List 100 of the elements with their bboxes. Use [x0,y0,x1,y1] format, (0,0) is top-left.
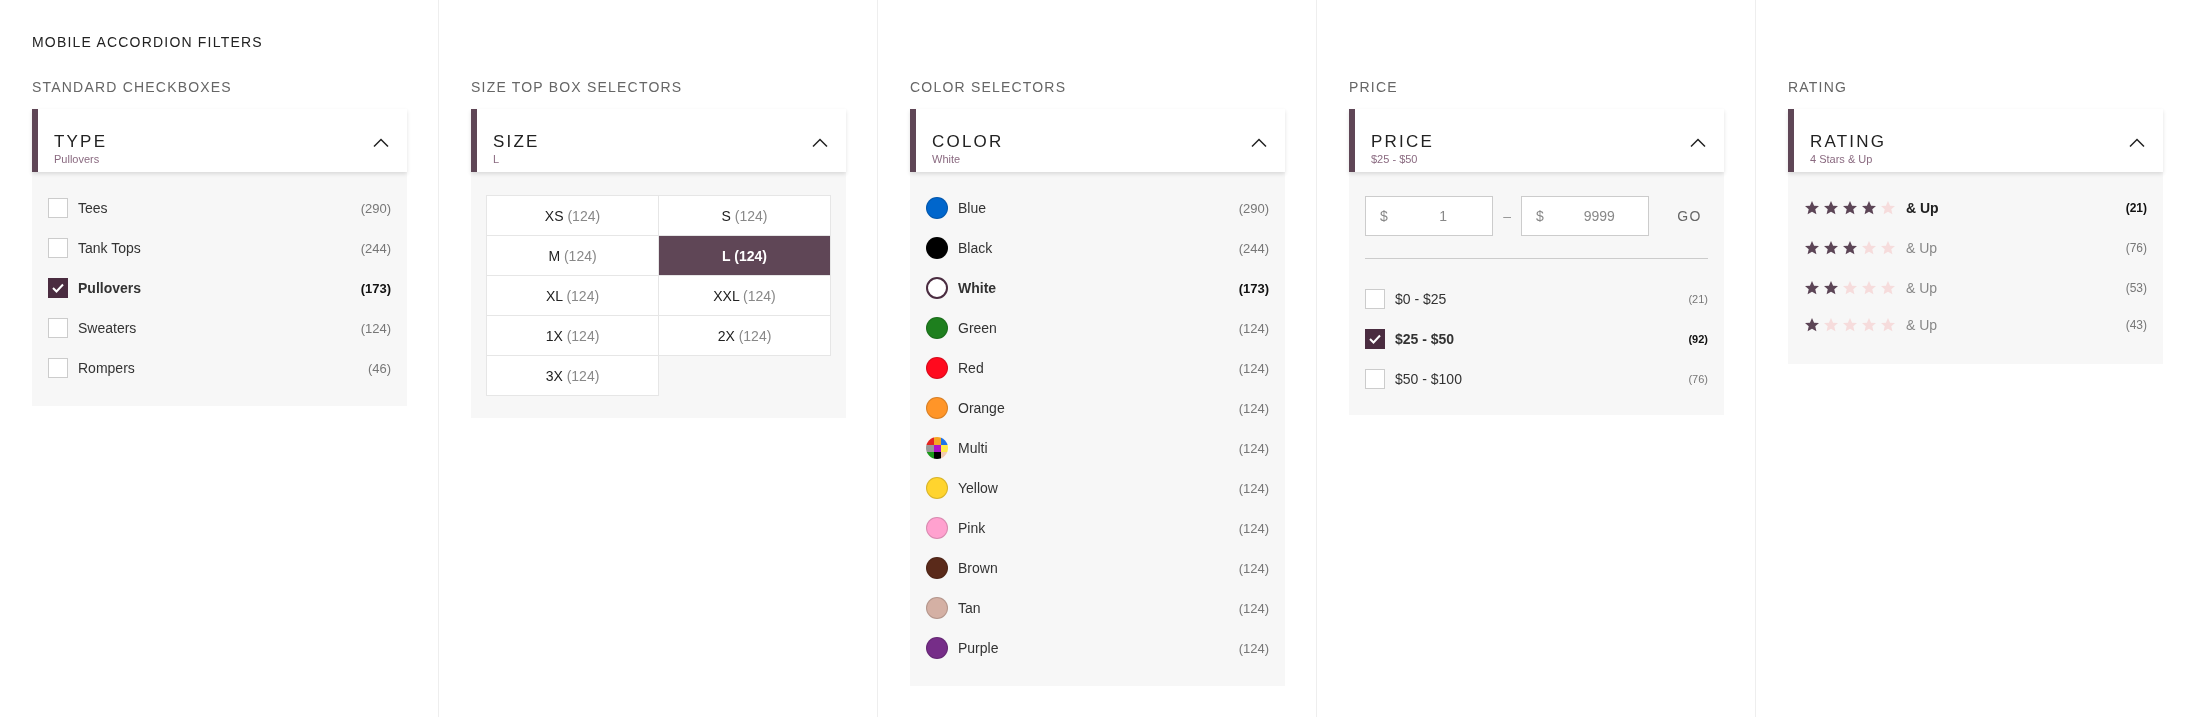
page-title: MOBILE ACCORDION FILTERS [32,34,263,50]
currency-prefix: $ [1536,208,1544,224]
option-count: (244) [360,240,391,256]
accordion-header[interactable]: TYPE Pullovers [32,109,407,172]
go-button[interactable]: GO [1671,207,1708,225]
option-label: Yellow [958,480,998,496]
min-price-field[interactable]: $ 1 [1365,196,1494,236]
option-count: (53) [2125,281,2147,295]
option-count: (43) [2125,318,2147,332]
option-count: (124) [1238,640,1269,656]
accordion-header[interactable]: PRICE $25 - $50 [1349,109,1724,172]
max-price-input[interactable]: 9999 [1564,207,1635,225]
star-icon [1842,240,1858,256]
section-label: RATING [1788,79,1848,95]
option-label: Tank Tops [78,240,141,256]
currency-prefix: $ [1380,208,1388,224]
size-option[interactable]: L (124) [658,235,831,276]
size-option[interactable]: XXL (124) [658,275,831,316]
size-option[interactable]: M (124) [486,235,659,276]
filter-summary: $25 - $50 [1371,152,1419,166]
filter-summary: White [932,152,962,166]
option-count: (244) [1238,240,1269,256]
option-count: (92) [1688,333,1708,345]
option-label: Pink [958,520,986,536]
star-icon [1823,280,1839,296]
chevron-icon[interactable] [1690,138,1706,148]
size-option[interactable]: 1X (124) [486,315,659,356]
option-label: Rompers [78,360,135,376]
option-count: (46) [367,360,391,376]
option-count: (173) [1238,280,1269,296]
rating-label[interactable]: & Up [1906,200,1939,216]
option-label: Sweaters [78,320,137,336]
filter-summary: 4 Stars & Up [1810,152,1874,166]
section-label: PRICE [1349,79,1398,95]
section-label: COLOR SELECTORS [910,79,1067,95]
checkbox[interactable] [48,278,68,298]
option-label: White [958,280,997,296]
option-count: (76) [2125,241,2147,255]
accordion-header[interactable]: COLOR White [910,109,1285,172]
star-icon [1804,280,1820,296]
option-count: (124) [1238,560,1269,576]
option-count: (124) [1238,360,1269,376]
star-icon [1880,240,1896,256]
option-label: Tees [78,200,108,216]
section-label: STANDARD CHECKBOXES [32,79,232,95]
option-count: (124) [1238,520,1269,536]
star-icon [1861,280,1877,296]
max-price-field[interactable]: $ 9999 [1521,196,1650,236]
min-price-input[interactable]: 1 [1408,207,1479,225]
star-icon [1880,280,1896,296]
option-label: $25 - $50 [1395,331,1455,347]
option-label: Multi [958,440,988,456]
chevron-icon[interactable] [812,138,828,148]
star-icon [1842,280,1858,296]
option-label: Purple [958,640,999,656]
option-label: Orange [958,400,1005,416]
option-label: Pullovers [78,280,142,296]
option-count: (76) [1688,373,1708,385]
size-option[interactable]: 2X (124) [658,315,831,356]
star-icon [1804,240,1820,256]
checkbox[interactable] [1365,329,1385,349]
star-icon [1804,317,1820,333]
option-count: (124) [1238,600,1269,616]
option-label: Red [958,360,984,376]
checkmark-icon [52,283,64,293]
size-option[interactable]: XL (124) [486,275,659,316]
star-icon [1880,317,1896,333]
option-label: $0 - $25 [1395,291,1447,307]
size-option[interactable]: S (124) [658,195,831,236]
filter-title: COLOR [932,132,1004,152]
option-label: Tan [958,600,981,616]
chevron-icon[interactable] [1251,138,1267,148]
star-icon [1842,317,1858,333]
filter-title: RATING [1810,132,1887,152]
option-label: Green [958,320,997,336]
star-icon [1861,317,1877,333]
size-option[interactable]: 3X (124) [486,355,659,396]
multicolor-swatch-icon [926,437,948,459]
option-count: (124) [1238,320,1269,336]
option-count: (290) [360,200,391,216]
filter-title: PRICE [1371,132,1434,152]
option-count: (21) [2125,201,2147,215]
color-swatch[interactable] [926,277,948,299]
filter-summary: Pullovers [54,152,101,166]
range-separator: – [1503,208,1511,224]
option-count: (21) [1688,293,1708,305]
option-count: (124) [1238,480,1269,496]
option-label: Brown [958,560,998,576]
chevron-icon[interactable] [2129,138,2145,148]
star-icon [1842,200,1858,216]
star-icon [1861,200,1877,216]
accordion-header[interactable]: SIZE L [471,109,846,172]
star-icon [1823,240,1839,256]
section-label: SIZE TOP BOX SELECTORS [471,79,683,95]
size-option[interactable]: XS (124) [486,195,659,236]
filter-summary: L [493,152,501,166]
chevron-icon[interactable] [373,138,389,148]
accordion-header[interactable]: RATING 4 Stars & Up [1788,109,2163,172]
filter-title: SIZE [493,132,540,152]
star-icon [1880,200,1896,216]
